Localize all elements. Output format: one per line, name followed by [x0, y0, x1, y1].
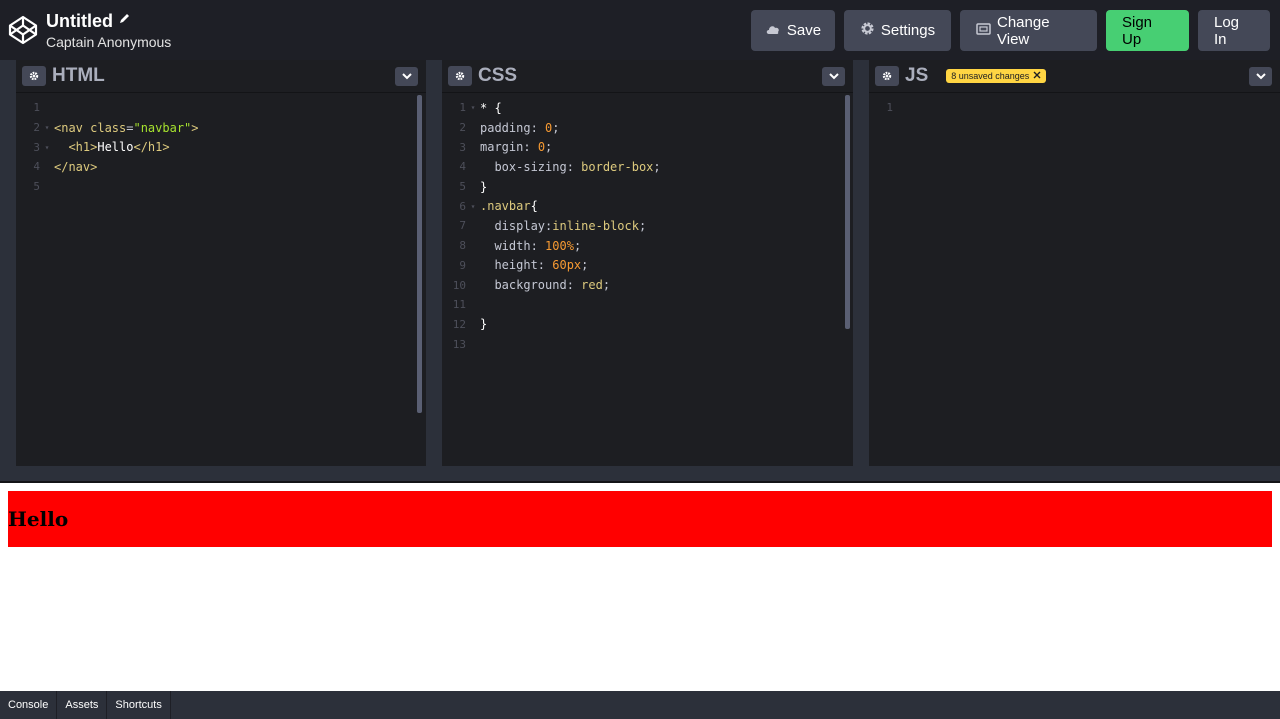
css-editor-pane: CSS 1 ▾ * { 2 padding: 0; 3 margin: 0; 4 box… — [442, 60, 853, 466]
html-settings-gear-icon[interactable] — [22, 66, 46, 86]
change-view-button-label: Change View — [997, 13, 1050, 48]
log-in-button[interactable]: Log In — [1198, 10, 1270, 51]
result-preview: Hello — [0, 483, 1280, 691]
dismiss-close-icon[interactable] — [1033, 71, 1041, 81]
editor-area: HTML 1 2 ▾ <nav class="navbar"> 3 ▾ <h1>Hel… — [0, 60, 1280, 466]
html-code-area[interactable]: 1 2 ▾ <nav class="navbar"> 3 ▾ <h1>Hello</h… — [16, 98, 426, 196]
css-code-area[interactable]: 1 ▾ * { 2 padding: 0; 3 margin: 0; 4 box-siz… — [442, 98, 853, 354]
console-tab[interactable]: Console — [0, 691, 58, 719]
code-line: 1 — [886, 101, 893, 115]
css-pane-title: CSS — [478, 65, 518, 86]
code-line: 4 box-sizing: border-box; — [459, 159, 661, 174]
log-in-button-label: Log In — [1214, 13, 1240, 48]
layout-window-icon — [976, 22, 991, 39]
preview-resize-handle[interactable] — [0, 466, 1280, 482]
css-scrollbar[interactable] — [845, 95, 850, 329]
code-line: 5 — [33, 180, 40, 194]
code-line: 10 background: red; — [452, 278, 611, 293]
save-button[interactable]: Save — [751, 10, 835, 51]
preview-heading: Hello — [8, 507, 69, 531]
code-line: 1 ▾ * { — [459, 100, 502, 115]
code-line: 8 width: 100%; — [459, 238, 582, 253]
css-pane-header: CSS — [442, 60, 853, 93]
change-view-button[interactable]: Change View — [960, 10, 1097, 51]
preview-navbar: Hello — [8, 491, 1272, 547]
code-line: 6 ▾ .navbar{ — [459, 199, 538, 214]
css-pane-menu-chevron-down-icon[interactable] — [822, 67, 845, 86]
js-editor-pane: JS 8 unsaved changes 1 — [869, 60, 1280, 466]
pen-author[interactable]: Captain Anonymous — [46, 34, 171, 50]
settings-button[interactable]: Settings — [844, 10, 951, 51]
code-line: 3 margin: 0; — [459, 140, 553, 155]
js-pane-header: JS 8 unsaved changes — [869, 60, 1280, 93]
pen-title[interactable]: Untitled — [46, 11, 113, 32]
unsaved-changes-badge[interactable]: 8 unsaved changes — [946, 69, 1047, 83]
html-editor-pane: HTML 1 2 ▾ <nav class="navbar"> 3 ▾ <h1>Hel… — [16, 60, 426, 466]
bottom-footer: Console Assets Shortcuts — [0, 691, 1280, 719]
top-header: Untitled Captain Anonymous Save Settings… — [0, 0, 1280, 60]
js-settings-gear-icon[interactable] — [875, 66, 899, 86]
code-line: 2 padding: 0; — [459, 120, 560, 135]
js-code-area[interactable]: 1 — [869, 98, 1280, 118]
code-line: 5} — [459, 179, 488, 194]
unsaved-changes-label: 8 unsaved changes — [951, 71, 1030, 81]
html-scrollbar[interactable] — [417, 95, 422, 413]
html-pane-header: HTML — [16, 60, 426, 93]
html-pane-title: HTML — [52, 65, 105, 86]
assets-tab[interactable]: Assets — [57, 691, 108, 719]
code-line: 7 display: inline-block; — [459, 218, 647, 233]
sign-up-button-label: Sign Up — [1122, 13, 1153, 48]
code-line: 13 — [452, 337, 466, 351]
code-line: 2 ▾ <nav class="navbar"> — [33, 120, 199, 135]
code-line: 12} — [452, 317, 488, 332]
code-line: 4 </nav> — [33, 159, 98, 174]
gear-icon — [860, 21, 875, 40]
code-line: 1 — [33, 101, 40, 115]
code-line: 11 — [452, 298, 466, 312]
edit-pencil-icon[interactable] — [118, 12, 131, 30]
code-line: 9 height: 60px; — [459, 258, 589, 273]
css-settings-gear-icon[interactable] — [448, 66, 472, 86]
settings-button-label: Settings — [880, 22, 936, 39]
html-pane-menu-chevron-down-icon[interactable] — [395, 67, 418, 86]
codepen-logo-icon[interactable] — [0, 0, 46, 60]
js-pane-title: JS — [905, 65, 929, 86]
shortcuts-tab[interactable]: Shortcuts — [107, 691, 171, 719]
save-button-label: Save — [786, 22, 822, 39]
cloud-icon — [765, 22, 781, 39]
header-actions: Save Settings Change View Sign Up Log In — [751, 10, 1270, 51]
code-line: 3 ▾ <h1>Hello</h1> — [33, 140, 170, 155]
sign-up-button[interactable]: Sign Up — [1106, 10, 1189, 51]
js-pane-menu-chevron-down-icon[interactable] — [1249, 67, 1272, 86]
pen-title-block: Untitled Captain Anonymous — [46, 11, 171, 50]
